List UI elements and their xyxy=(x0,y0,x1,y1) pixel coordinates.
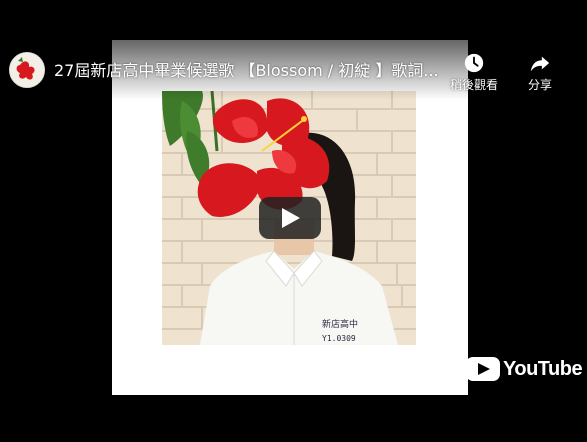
letterbox-top xyxy=(0,0,587,40)
name-tag-line1: 新店高中 xyxy=(322,318,358,330)
share-arrow-icon xyxy=(530,56,550,72)
video-player[interactable]: 新店高中 Y1.0309 27屆新店高中畢業候選歌 【Blossom / 初綻 … xyxy=(0,0,587,442)
play-button[interactable] xyxy=(259,197,321,239)
youtube-play-mark-icon xyxy=(466,357,500,381)
letterbox-bottom xyxy=(0,395,587,442)
youtube-logo[interactable]: YouTube xyxy=(466,355,583,383)
channel-avatar[interactable] xyxy=(9,52,45,88)
name-tag-line2: Y1.0309 xyxy=(322,334,356,343)
share-button[interactable]: 分享 xyxy=(512,52,568,96)
video-title[interactable]: 27屆新店高中畢業候選歌 【Blossom / 初綻 】歌詞... xyxy=(54,59,439,83)
watch-later-button[interactable]: 稍後觀看 xyxy=(446,52,502,96)
play-icon xyxy=(282,208,300,228)
clock-icon xyxy=(464,53,484,73)
share-label: 分享 xyxy=(527,78,552,92)
youtube-wordmark: YouTube xyxy=(503,358,583,380)
flower-avatar-icon xyxy=(10,53,44,87)
watch-later-label: 稍後觀看 xyxy=(449,78,498,92)
